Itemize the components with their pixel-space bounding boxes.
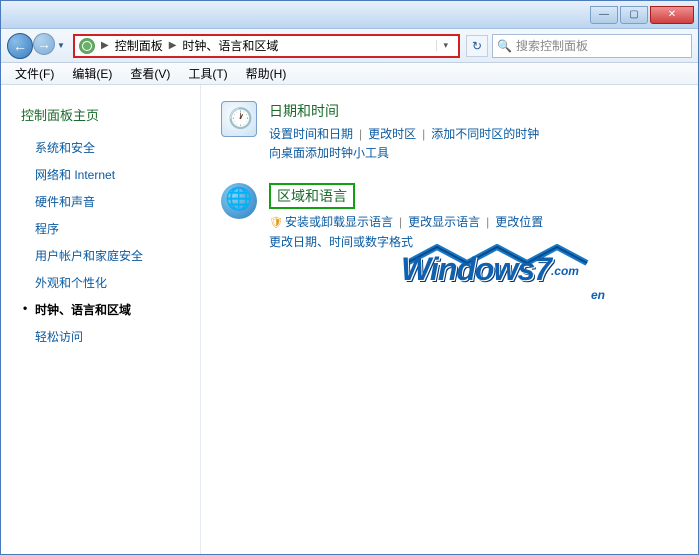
sidebar-item-network[interactable]: 网络和 Internet — [1, 161, 200, 188]
breadcrumb-arrow-icon: ▶ — [99, 40, 111, 51]
search-box[interactable]: 🔍 搜索控制面板 — [492, 34, 692, 58]
link-change-format[interactable]: 更改日期、时间或数字格式 — [269, 235, 413, 249]
navigation-bar: ← → ▼ ▶ 控制面板 ▶ 时钟、语言和区域 ▾ ↻ 🔍 搜索控制面板 — [1, 29, 698, 63]
nav-buttons: ← → ▼ — [7, 33, 67, 59]
link-change-location[interactable]: 更改位置 — [495, 215, 543, 229]
link-change-lang[interactable]: 更改显示语言 — [408, 215, 480, 229]
refresh-button[interactable]: ↻ — [466, 35, 488, 57]
content-area: 日期和时间 设置时间和日期|更改时区|添加不同时区的时钟 向桌面添加时钟小工具 … — [201, 85, 698, 554]
sidebar-item-system[interactable]: 系统和安全 — [1, 134, 200, 161]
back-button[interactable]: ← — [7, 33, 33, 59]
category-body: 日期和时间 设置时间和日期|更改时区|添加不同时区的时钟 向桌面添加时钟小工具 — [269, 101, 678, 163]
address-dropdown-icon[interactable]: ▾ — [436, 40, 454, 51]
control-panel-icon — [79, 38, 95, 54]
clock-icon — [221, 101, 257, 137]
menu-edit[interactable]: 编辑(E) — [64, 63, 120, 84]
sidebar-item-ease[interactable]: 轻松访问 — [1, 323, 200, 350]
separator: | — [393, 215, 408, 229]
search-icon: 🔍 — [497, 39, 512, 53]
search-placeholder: 搜索控制面板 — [516, 37, 588, 54]
menu-bar: 文件(F) 编辑(E) 查看(V) 工具(T) 帮助(H) — [1, 63, 698, 85]
sidebar-title[interactable]: 控制面板主页 — [1, 101, 200, 134]
separator: | — [480, 215, 495, 229]
category-body: 区域和语言 🛡安装或卸载显示语言|更改显示语言|更改位置 更改日期、时间或数字格… — [269, 183, 678, 252]
address-bar[interactable]: ▶ 控制面板 ▶ 时钟、语言和区域 ▾ — [73, 34, 460, 58]
menu-help[interactable]: 帮助(H) — [238, 63, 295, 84]
category-links: 设置时间和日期|更改时区|添加不同时区的时钟 向桌面添加时钟小工具 — [269, 125, 678, 163]
sidebar-item-hardware[interactable]: 硬件和声音 — [1, 188, 200, 215]
category-datetime: 日期和时间 设置时间和日期|更改时区|添加不同时区的时钟 向桌面添加时钟小工具 — [221, 101, 678, 163]
menu-view[interactable]: 查看(V) — [122, 63, 178, 84]
link-desktop-gadget[interactable]: 向桌面添加时钟小工具 — [269, 146, 389, 160]
menu-file[interactable]: 文件(F) — [7, 63, 62, 84]
breadcrumb-root[interactable]: 控制面板 — [115, 37, 163, 54]
shield-icon: 🛡 — [269, 217, 283, 229]
watermark-text: Windows7 — [401, 251, 551, 287]
sidebar-item-appearance[interactable]: 外观和个性化 — [1, 269, 200, 296]
category-title-datetime[interactable]: 日期和时间 — [269, 101, 678, 121]
menu-tools[interactable]: 工具(T) — [180, 63, 235, 84]
window-buttons: — ▢ ✕ — [590, 6, 694, 24]
nav-history-dropdown[interactable]: ▼ — [55, 33, 67, 59]
control-panel-window: — ▢ ✕ ← → ▼ ▶ 控制面板 ▶ 时钟、语言和区域 ▾ ↻ 🔍 搜索控制… — [0, 0, 699, 555]
category-title-region[interactable]: 区域和语言 — [269, 183, 355, 209]
link-change-tz[interactable]: 更改时区 — [368, 127, 416, 141]
watermark: Windows7.com en — [401, 245, 605, 301]
category-region: 区域和语言 🛡安装或卸载显示语言|更改显示语言|更改位置 更改日期、时间或数字格… — [221, 183, 678, 252]
maximize-button[interactable]: ▢ — [620, 6, 648, 24]
sidebar-item-programs[interactable]: 程序 — [1, 215, 200, 242]
close-button[interactable]: ✕ — [650, 6, 694, 24]
link-install-lang[interactable]: 安装或卸载显示语言 — [285, 215, 393, 229]
forward-button[interactable]: → — [33, 33, 55, 55]
body: 控制面板主页 系统和安全 网络和 Internet 硬件和声音 程序 用户帐户和… — [1, 85, 698, 554]
link-set-time[interactable]: 设置时间和日期 — [269, 127, 353, 141]
minimize-button[interactable]: — — [590, 6, 618, 24]
separator: | — [353, 127, 368, 141]
breadcrumb-current[interactable]: 时钟、语言和区域 — [182, 37, 278, 54]
breadcrumb-arrow-icon: ▶ — [167, 40, 179, 51]
separator: | — [416, 127, 431, 141]
sidebar: 控制面板主页 系统和安全 网络和 Internet 硬件和声音 程序 用户帐户和… — [1, 85, 201, 554]
title-bar: — ▢ ✕ — [1, 1, 698, 29]
sidebar-item-clock-region[interactable]: 时钟、语言和区域 — [1, 296, 200, 323]
sidebar-item-accounts[interactable]: 用户帐户和家庭安全 — [1, 242, 200, 269]
watermark-suffix-bottom: en — [591, 288, 605, 302]
category-links: 🛡安装或卸载显示语言|更改显示语言|更改位置 更改日期、时间或数字格式 — [269, 213, 678, 252]
watermark-suffix-top: .com — [551, 264, 579, 278]
globe-icon — [221, 183, 257, 219]
link-add-clocks[interactable]: 添加不同时区的时钟 — [431, 127, 539, 141]
